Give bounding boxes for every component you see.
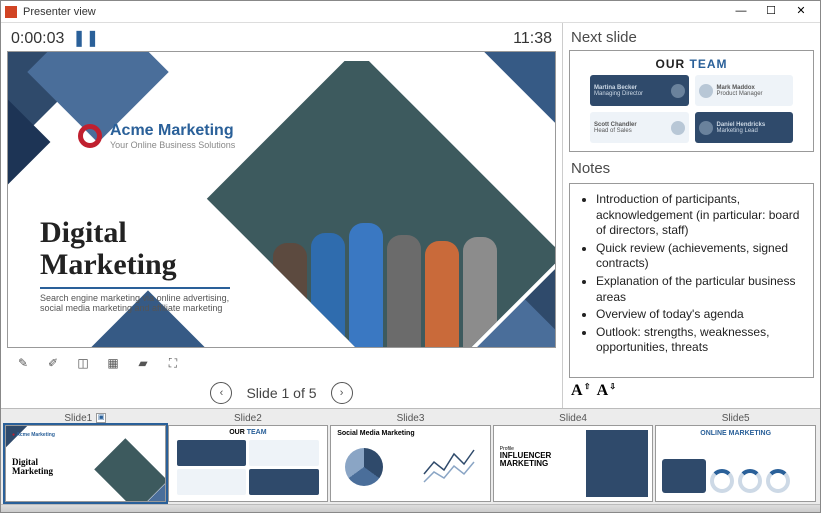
thumb-label: Slide4	[559, 413, 587, 424]
thumb-slide-2[interactable]: OUR TEAM	[168, 425, 329, 502]
slide-subtitle: Search engine marketing via online adver…	[40, 287, 230, 313]
timer-row: 0:00:03 ❚❚ 11:38	[7, 27, 556, 51]
prev-slide-button[interactable]: ‹	[210, 382, 232, 404]
note-item: Outlook: strengths, weaknesses, opportun…	[596, 325, 803, 356]
minimize-button[interactable]: —	[726, 2, 756, 22]
thumb-slide-4[interactable]: ProfileINFLUENCERMARKETING	[493, 425, 654, 502]
horizontal-scrollbar[interactable]	[1, 504, 820, 512]
note-item: Quick review (achievements, signed contr…	[596, 241, 803, 272]
titlebar: Presenter view — ☐ ✕	[1, 1, 820, 23]
window-title: Presenter view	[23, 6, 726, 18]
current-clock: 11:38	[513, 30, 552, 48]
company-name: Acme Marketing	[110, 122, 235, 140]
note-item: Overview of today's agenda	[596, 307, 803, 323]
next-slide-preview[interactable]: OUR TEAM Martina BeckerManaging Director…	[569, 50, 814, 152]
team-member: Martina BeckerManaging Director	[590, 75, 689, 106]
note-item: Explanation of the particular business a…	[596, 274, 803, 305]
display-options-icon[interactable]: ⛶	[163, 353, 183, 373]
current-slide-preview[interactable]: Acme Marketing Your Online Business Solu…	[7, 51, 556, 348]
notes-label: Notes	[571, 160, 814, 177]
thumb-slide-3[interactable]: Social Media Marketing	[330, 425, 491, 502]
maximize-button[interactable]: ☐	[756, 2, 786, 22]
decrease-font-button[interactable]: A⇩	[597, 382, 617, 400]
team-member: Daniel HendricksMarketing Lead	[695, 112, 794, 143]
close-button[interactable]: ✕	[786, 2, 816, 22]
slide-counter: Slide 1 of 5	[246, 385, 316, 401]
blank-screen-icon[interactable]: ▰	[133, 353, 153, 373]
thumb-slide-5[interactable]: ONLINE MARKETING	[655, 425, 816, 502]
thumb-slide-1[interactable]: ● Acme Marketing DigitalMarketing	[5, 425, 166, 502]
company-tagline: Your Online Business Solutions	[110, 140, 235, 150]
team-member: Mark MaddoxProduct Manager	[695, 75, 794, 106]
thumb-label: Slide5	[722, 413, 750, 424]
slide-nav: ‹ Slide 1 of 5 ›	[7, 378, 556, 408]
hero-image	[201, 51, 556, 348]
team-member: Scott ChandlerHead of Sales	[590, 112, 689, 143]
slide-sorter: Slide1 ▣ ● Acme Marketing DigitalMarketin…	[1, 408, 820, 504]
thumb-label: Slide2	[234, 413, 262, 424]
eraser-icon[interactable]: ◫	[73, 353, 93, 373]
slide-title: DigitalMarketing	[40, 217, 177, 280]
highlighter-icon[interactable]: ✐	[43, 353, 63, 373]
notes-panel[interactable]: Introduction of participants, acknowledg…	[569, 183, 814, 378]
annotation-toolbar: ✎ ✐ ◫ ▦ ▰ ⛶	[7, 348, 556, 378]
logo-icon	[78, 124, 102, 148]
thumb-label: Slide1	[64, 413, 92, 424]
next-slide-button[interactable]: ›	[331, 382, 353, 404]
next-slide-label: Next slide	[571, 29, 814, 46]
company-logo: Acme Marketing Your Online Business Solu…	[78, 122, 235, 150]
increase-font-button[interactable]: A⇧	[571, 382, 591, 400]
thumb-label: Slide3	[397, 413, 425, 424]
app-icon	[5, 6, 17, 18]
hide-slide-icon[interactable]: ▣	[96, 413, 106, 423]
pause-button[interactable]: ❚❚	[72, 31, 99, 47]
pen-icon[interactable]: ✎	[13, 353, 33, 373]
elapsed-time: 0:00:03	[11, 30, 64, 48]
grid-icon[interactable]: ▦	[103, 353, 123, 373]
note-item: Introduction of participants, acknowledg…	[596, 192, 803, 239]
